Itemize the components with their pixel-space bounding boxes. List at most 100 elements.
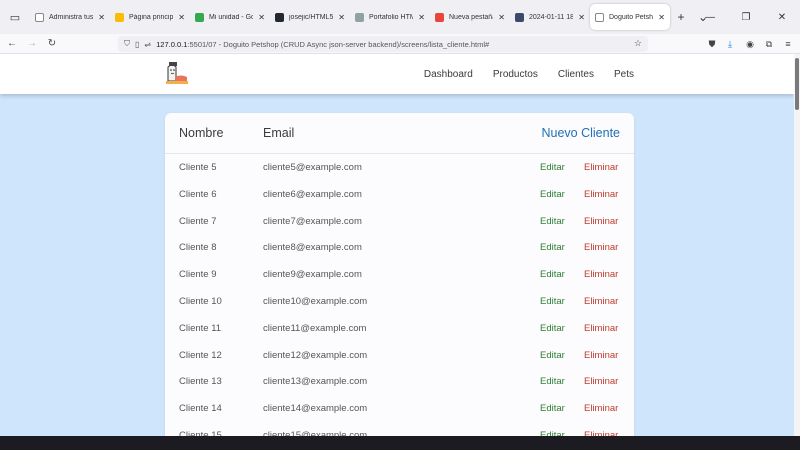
tab-title: Nueva pestaña <box>449 13 494 21</box>
tab-close-icon[interactable]: ✕ <box>338 13 345 22</box>
tab-favicon-icon <box>435 12 444 22</box>
extensions-icon[interactable]: ⧉ <box>760 34 778 54</box>
downloads-icon[interactable]: ⤓ <box>721 34 739 54</box>
pocket-icon[interactable]: ⛊ <box>703 34 721 54</box>
delete-client-button[interactable]: Eliminar <box>584 189 618 200</box>
edit-client-button[interactable]: Editar <box>540 216 565 227</box>
browser-tab[interactable]: 2024-01-11 18-2 ✕ <box>510 4 590 30</box>
client-name-cell: Cliente 13 <box>179 376 222 388</box>
delete-client-button[interactable]: Eliminar <box>584 403 618 414</box>
tab-list-icon[interactable]: ▭ <box>0 0 30 34</box>
reload-icon[interactable]: ↻ <box>42 34 62 54</box>
tab-list: Administra tus inq✕Página principal✕Mi u… <box>30 0 670 34</box>
table-row: Cliente 6 cliente6@example.com Editar Elimi… <box>165 181 634 208</box>
forward-icon[interactable]: → <box>22 34 42 54</box>
edit-client-button[interactable]: Editar <box>540 269 565 280</box>
delete-client-button[interactable]: Eliminar <box>584 323 618 334</box>
url-path: :5501/07 - Doguito Petshop (CRUD Async j… <box>187 39 490 49</box>
tab-close-icon[interactable]: ✕ <box>578 13 585 22</box>
browser-tab-strip: ▭ Administra tus inq✕Página principal✕Mi… <box>0 0 800 34</box>
client-name-cell: Cliente 10 <box>179 296 222 307</box>
edit-client-button[interactable]: Editar <box>540 189 565 200</box>
client-email-cell: cliente10@example.com <box>263 296 368 307</box>
tab-favicon-icon <box>595 12 604 22</box>
edit-client-button[interactable]: Editar <box>540 296 565 307</box>
edit-client-button[interactable]: Editar <box>540 376 565 387</box>
tab-favicon-icon <box>115 12 124 22</box>
delete-client-button[interactable]: Eliminar <box>584 242 618 253</box>
client-name-cell: Cliente 14 <box>179 403 222 415</box>
edit-client-button[interactable]: Editar <box>540 403 565 414</box>
browser-tab[interactable]: Página principal ✕ <box>110 4 190 30</box>
close-window-icon[interactable]: ✕ <box>764 0 800 34</box>
tab-close-icon[interactable]: ✕ <box>258 13 265 22</box>
bookmark-star-icon[interactable]: ☆ <box>634 38 642 49</box>
nav-link-productos[interactable]: Productos <box>493 69 538 80</box>
client-name-cell: Cliente 7 <box>179 215 217 227</box>
screen-bottom-edge <box>0 436 800 450</box>
tab-favicon-icon <box>355 12 364 22</box>
client-email-cell: cliente8@example.com <box>263 242 362 254</box>
table-row: Cliente 11 cliente11@example.com Editar Eli… <box>165 315 634 342</box>
tab-favicon-icon <box>195 12 204 22</box>
browser-tab[interactable]: Doguito Petshop ✕ <box>590 4 670 30</box>
url-host: 127.0.0.1 <box>156 39 188 49</box>
back-icon[interactable]: ← <box>2 34 22 54</box>
tab-title: josejic/HTML5-C <box>289 13 334 21</box>
permissions-icon[interactable]: ⇌ <box>144 40 151 49</box>
delete-client-button[interactable]: Eliminar <box>584 269 618 280</box>
delete-client-button[interactable]: Eliminar <box>584 296 618 307</box>
nav-link-clientes[interactable]: Clientes <box>558 69 594 80</box>
delete-client-button[interactable]: Eliminar <box>584 216 618 227</box>
client-name-cell: Cliente 6 <box>179 188 217 200</box>
client-email-cell: cliente11@example.com <box>263 322 367 334</box>
table-row: Cliente 13 cliente13@example.com Editar Eli… <box>165 368 634 395</box>
tab-close-icon[interactable]: ✕ <box>658 13 665 22</box>
tab-close-icon[interactable]: ✕ <box>178 13 185 22</box>
table-row: Cliente 14 cliente14@example.com Editar Eli… <box>165 395 634 422</box>
table-row: Cliente 12 cliente12@example.com Editar Eli… <box>165 342 634 369</box>
delete-client-button[interactable]: Eliminar <box>584 350 618 361</box>
tab-favicon-icon <box>515 12 524 22</box>
delete-client-button[interactable]: Eliminar <box>584 162 618 173</box>
tab-title: Doguito Petshop <box>609 13 653 21</box>
shield-icon[interactable]: ⛉ <box>124 39 130 49</box>
edit-client-button[interactable]: Editar <box>540 242 565 253</box>
account-icon[interactable]: ◉ <box>741 34 759 54</box>
new-client-button[interactable]: Nuevo Cliente <box>541 126 620 140</box>
client-email-cell: cliente5@example.com <box>263 162 362 173</box>
browser-tab[interactable]: Mi unidad - Goog ✕ <box>190 4 270 30</box>
page-icon[interactable]: ▯ <box>135 40 139 49</box>
edit-client-button[interactable]: Editar <box>540 162 565 173</box>
menu-icon[interactable]: ≡ <box>779 34 797 54</box>
nav-link-pets[interactable]: Pets <box>614 69 634 80</box>
tab-favicon-icon <box>35 12 44 22</box>
delete-client-button[interactable]: Eliminar <box>584 376 618 387</box>
edit-client-button[interactable]: Editar <box>540 323 565 334</box>
new-tab-icon[interactable]: + <box>670 0 692 34</box>
client-email-cell: cliente9@example.com <box>263 269 362 281</box>
address-bar[interactable]: ⛉ ▯ ⇌ 127.0.0.1:5501/07 - Doguito Petsho… <box>118 36 648 52</box>
nav-link-dashboard[interactable]: Dashboard <box>424 69 473 80</box>
edit-client-button[interactable]: Editar <box>540 350 565 361</box>
client-email-cell: cliente12@example.com <box>263 349 368 361</box>
scrollbar-thumb[interactable] <box>795 58 799 110</box>
doguito-logo[interactable] <box>163 61 191 87</box>
tab-title: Administra tus inq <box>49 13 94 21</box>
client-name-cell: Cliente 11 <box>179 322 222 334</box>
url-text: 127.0.0.1:5501/07 - Doguito Petshop (CRU… <box>156 40 489 49</box>
client-email-cell: cliente7@example.com <box>263 215 362 227</box>
page-scrollbar[interactable] <box>794 54 800 436</box>
browser-tab[interactable]: Nueva pestaña ✕ <box>430 4 510 30</box>
browser-tab[interactable]: josejic/HTML5-C ✕ <box>270 4 350 30</box>
minimize-icon[interactable]: — <box>692 0 728 34</box>
tab-title: Portafolio HTML <box>369 13 414 21</box>
page-viewport: Dashboard Productos Clientes Pets Nombre Em… <box>0 54 794 436</box>
tab-close-icon[interactable]: ✕ <box>98 13 105 22</box>
tab-close-icon[interactable]: ✕ <box>498 13 505 22</box>
client-email-cell: cliente13@example.com <box>263 376 368 388</box>
tab-close-icon[interactable]: ✕ <box>418 13 425 22</box>
restore-icon[interactable]: ❐ <box>728 0 764 34</box>
browser-tab[interactable]: Portafolio HTML ✕ <box>350 4 430 30</box>
browser-tab[interactable]: Administra tus inq ✕ <box>30 4 110 30</box>
